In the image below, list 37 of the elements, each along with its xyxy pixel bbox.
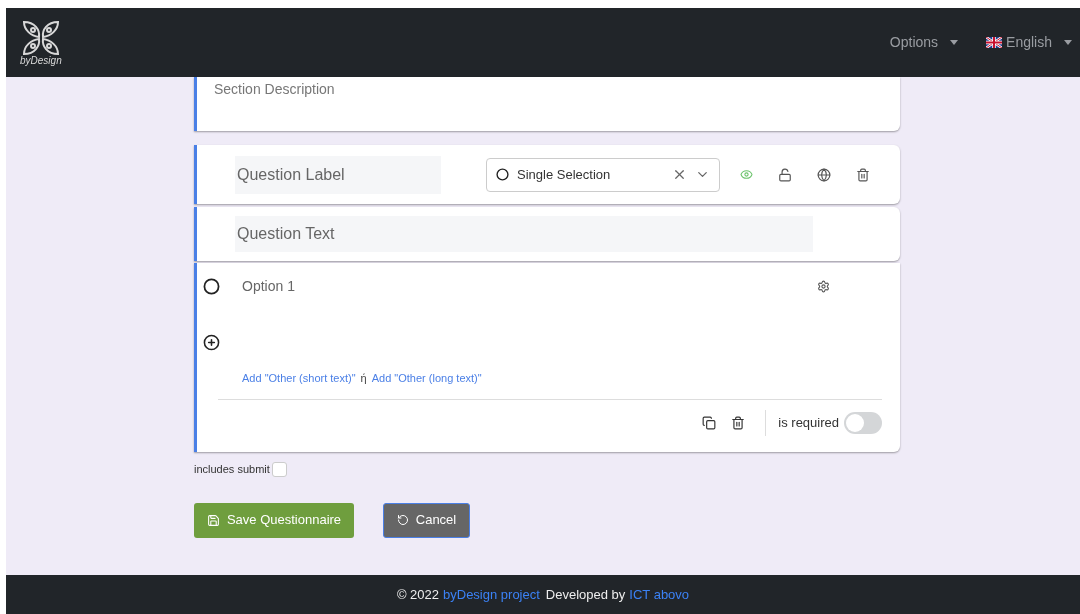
unlock-icon[interactable] [778,167,792,182]
caret-icon [1064,40,1072,45]
includes-submit-label: includes submit [194,462,270,477]
radio-icon [496,168,509,181]
question-label-field[interactable]: Question Label [235,155,441,194]
globe-icon[interactable] [817,167,831,182]
add-other-short-link[interactable]: Add "Other (short text)" [242,370,356,387]
required-toggle[interactable] [844,412,882,434]
copy-icon[interactable] [702,416,717,430]
question-text-field[interactable]: Question Text [235,216,813,252]
caret-icon [950,40,959,45]
options-menu[interactable]: Options [889,32,959,53]
copyright-text: © 2022 [396,585,439,604]
clear-icon [672,167,687,182]
question-type-select[interactable]: Single Selection [486,157,720,192]
settings-icon[interactable] [817,280,830,293]
add-option-icon[interactable] [203,334,220,351]
select-value: Single Selection [517,165,611,184]
brand-name: byDesign [20,55,62,66]
trash-icon[interactable] [731,416,746,430]
is-required-label: is required [778,414,839,433]
uk-flag-icon [986,37,1003,48]
trash-icon[interactable] [856,167,870,182]
or-text: ή [360,371,367,386]
project-link[interactable]: byDesign project [443,584,540,605]
cancel-button[interactable]: Cancel [383,502,470,538]
radio-icon[interactable] [203,278,220,295]
developer-link[interactable]: ICT abovo [629,584,690,605]
includes-submit-checkbox[interactable] [271,461,287,477]
logo-icon [20,19,61,56]
save-questionnaire-button[interactable]: Save Questionnaire [194,502,354,538]
undo-icon [396,514,409,526]
section-description-field[interactable]: Section Description [214,78,614,100]
developed-by-text: Developed by [545,585,626,604]
add-other-long-link[interactable]: Add "Other (long text)" [371,370,482,387]
language-menu[interactable]: English [986,32,1072,53]
option-field[interactable]: Option 1 [242,276,542,297]
